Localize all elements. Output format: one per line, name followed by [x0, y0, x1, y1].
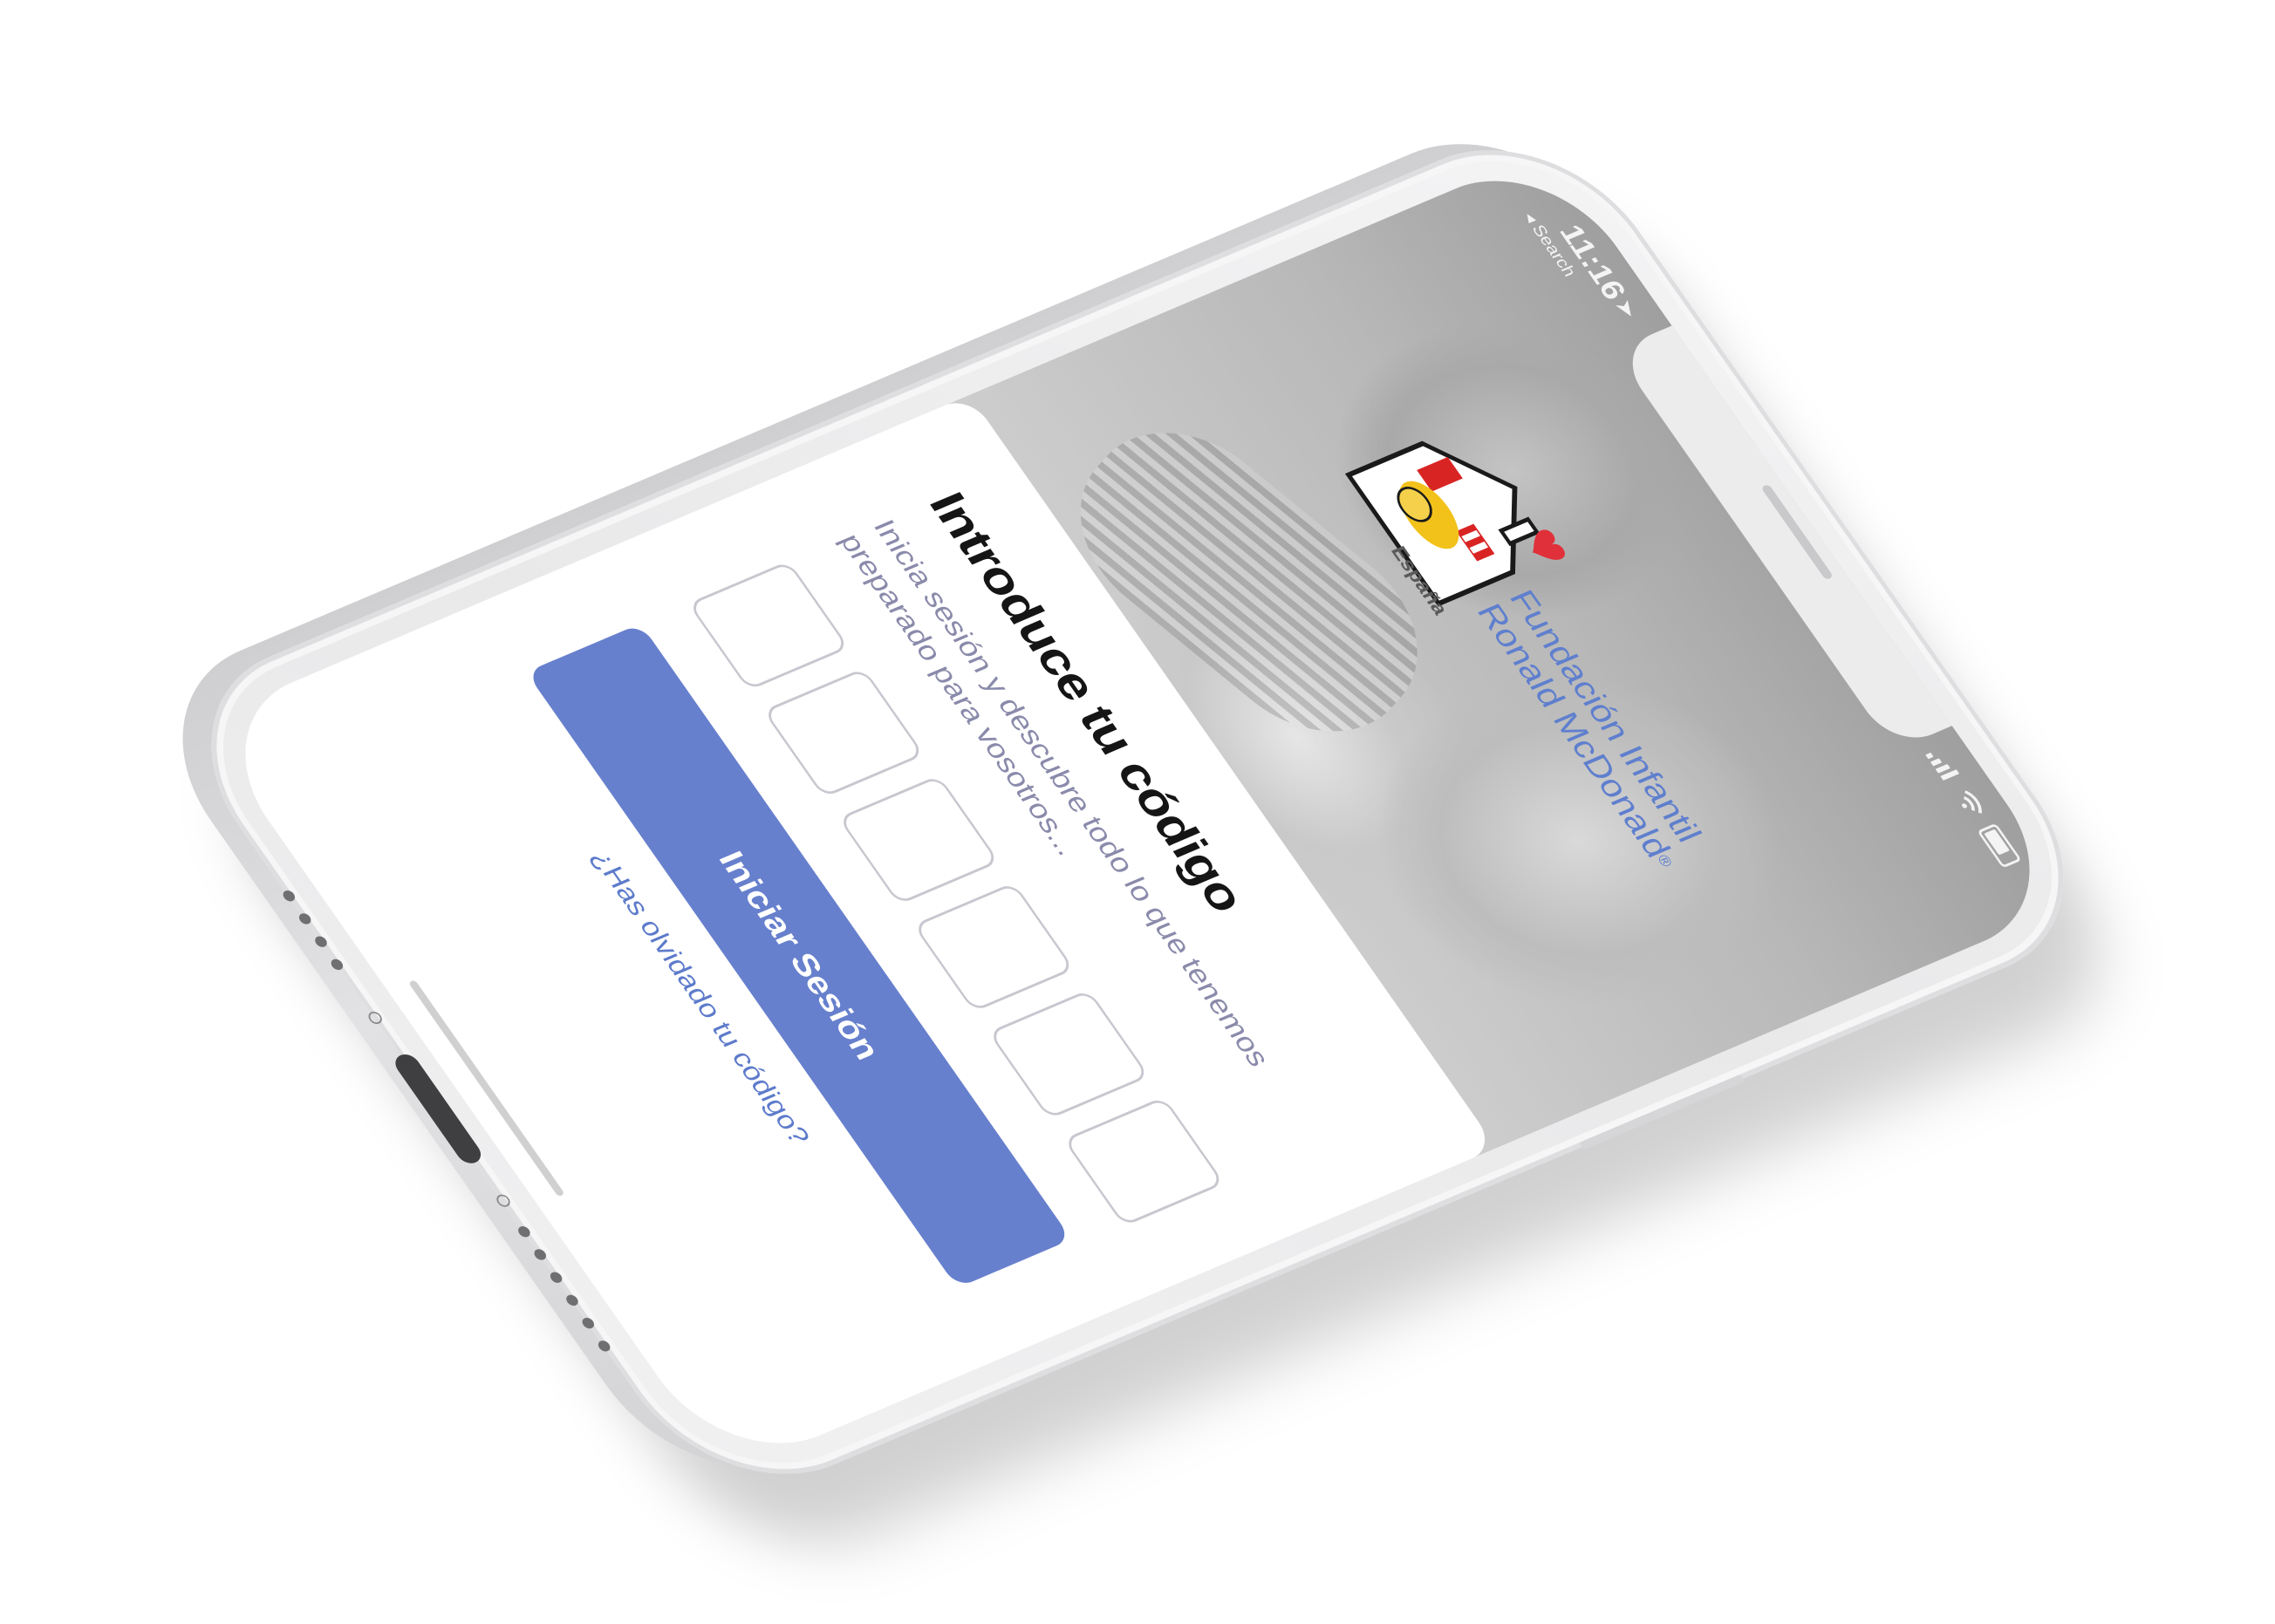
signal-icon [1925, 753, 1959, 781]
battery-icon [1977, 822, 2022, 869]
code-digit-input-4[interactable] [912, 882, 1076, 1013]
phone-device: 11:16 ➤ ◂ Search Fundación Infantil Rona… [126, 105, 2121, 1513]
phone-screen: 11:16 ➤ ◂ Search Fundación Infantil Rona… [199, 149, 2076, 1475]
code-digit-input-2[interactable] [762, 667, 926, 798]
stage: 11:16 ➤ ◂ Search Fundación Infantil Rona… [0, 0, 2275, 1624]
location-icon: ➤ [1609, 296, 1643, 322]
code-digit-input-6[interactable] [1062, 1096, 1226, 1227]
code-digit-input-5[interactable] [987, 989, 1151, 1120]
wifi-icon [1962, 790, 1982, 814]
code-digit-input-1[interactable] [687, 560, 850, 691]
code-digit-input-3[interactable] [837, 774, 1001, 905]
